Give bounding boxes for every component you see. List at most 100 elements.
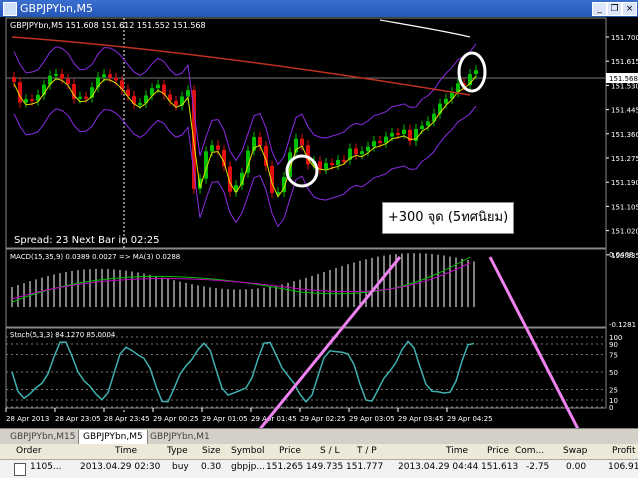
candle-body	[216, 145, 220, 150]
candle-body	[174, 101, 178, 106]
candle-body	[186, 90, 190, 96]
col-order[interactable]: Order	[16, 446, 42, 456]
col-type[interactable]: Type	[167, 446, 188, 456]
cell-symbol: gbpjp...	[231, 462, 265, 472]
col-close-price[interactable]: Price	[487, 446, 509, 456]
price-tick-label: 151.530	[611, 82, 638, 90]
profit-annotation: +300 จุด (5ทศนิยม)	[382, 202, 514, 234]
candle-body	[342, 160, 346, 162]
price-tick-label: 151.020	[611, 228, 638, 236]
title-bar: GBPJPYbn,M5 _ ❐ ×	[0, 0, 638, 17]
cell-sl: 149.735	[306, 462, 343, 472]
grid-header: Order Time Type Size Symbol Price S / L …	[0, 444, 638, 460]
col-price[interactable]: Price	[279, 446, 301, 456]
col-sl[interactable]: S / L	[320, 446, 339, 456]
col-tp[interactable]: T / P	[357, 446, 377, 456]
cell-tp: 151.777	[346, 462, 383, 472]
cell-close-time: 2013.04.29 04:44	[398, 462, 478, 472]
stoch-pane	[6, 328, 606, 408]
tab-gbpjpy-m5[interactable]: GBPJPYbn,M5	[78, 430, 148, 445]
status-text: Spread: 23 Next Bar in 02:25	[14, 235, 160, 246]
stoch-label: Stoch(5,3,3) 84.1270 85.0004	[10, 331, 116, 339]
time-tick-label: 29 Apr 00:25	[153, 415, 199, 423]
candle-body	[372, 141, 376, 147]
price-tick-label: 151.445	[611, 107, 638, 115]
col-size[interactable]: Size	[202, 446, 220, 456]
cell-commission: -2.75	[526, 462, 549, 472]
col-time[interactable]: Time	[115, 446, 137, 456]
candle-body	[300, 139, 304, 146]
price-label: GBPJPYbn,M5 151.608 151.612 151.552 151.…	[10, 21, 206, 30]
candle-body	[78, 97, 82, 99]
cell-type: buy	[172, 462, 189, 472]
macd-label: MACD(15,35,9) 0.0389 0.0027 => MA(3) 0.0…	[10, 253, 180, 261]
candle-body	[66, 79, 70, 84]
candle-body	[366, 147, 370, 152]
current-price: 151.568	[609, 75, 638, 83]
candle-body	[360, 151, 364, 154]
table-row[interactable]: 1105... 2013.04.29 02:30 buy 0.30 gbpjp.…	[0, 460, 638, 478]
candle-body	[210, 145, 214, 151]
stoch-tick-label: 0	[609, 404, 613, 412]
window-title: GBPJPYbn,M5	[20, 2, 93, 15]
chart-area[interactable]: GBPJPYbn,M5 151.608 151.612 151.552 151.…	[0, 17, 638, 428]
candle-body	[426, 121, 430, 125]
col-commission[interactable]: Com...	[515, 446, 544, 456]
time-tick-label: 28 Apr 23:45	[104, 415, 150, 423]
time-tick-label: 29 Apr 03:05	[349, 415, 395, 423]
candle-body	[444, 99, 448, 104]
col-profit[interactable]: Profit	[612, 446, 635, 456]
candle-body	[114, 78, 118, 81]
candle-body	[396, 133, 400, 135]
time-tick-label: 29 Apr 01:45	[251, 415, 297, 423]
cell-size: 0.30	[201, 462, 221, 472]
cell-profit: 106.91	[608, 462, 638, 472]
candle-body	[474, 70, 478, 74]
candle-body	[420, 126, 424, 129]
candle-body	[378, 141, 382, 143]
cell-swap: 0.00	[566, 462, 586, 472]
tab-gbpjpy-m1[interactable]: GBPJPYbn,M1	[146, 430, 214, 444]
cell-time: 2013.04.29 02:30	[80, 462, 160, 472]
time-tick-label: 29 Apr 03:45	[398, 415, 444, 423]
price-tick-label: 151.275	[611, 155, 638, 163]
cell-price: 151.265	[266, 462, 303, 472]
candle-body	[354, 149, 358, 155]
candle-body	[330, 163, 334, 165]
price-tick-label: 151.190	[611, 179, 638, 187]
trade-grid: Order Time Type Size Symbol Price S / L …	[0, 444, 638, 480]
chart-window-icon	[3, 2, 17, 16]
minimize-button[interactable]: _	[592, 2, 607, 16]
candle-body	[402, 130, 406, 134]
candle-body	[390, 133, 394, 137]
candle-body	[54, 74, 58, 76]
price-tick-label: 151.360	[611, 131, 638, 139]
candle-body	[324, 163, 328, 169]
candle-body	[336, 160, 340, 165]
candle-body	[60, 74, 64, 79]
macd-tick-top: 0.0468	[609, 251, 634, 259]
candle-body	[318, 161, 322, 169]
candle-body	[84, 97, 88, 99]
time-tick-label: 28 Apr 2013	[6, 415, 49, 423]
candle-body	[108, 74, 112, 78]
stoch-tick-label: 90	[609, 341, 618, 349]
restore-button[interactable]: ❐	[607, 2, 622, 16]
col-symbol[interactable]: Symbol	[231, 446, 265, 456]
candle-body	[156, 85, 160, 89]
time-tick-label: 29 Apr 01:05	[202, 415, 248, 423]
col-swap[interactable]: Swap	[563, 446, 587, 456]
candle-body	[12, 77, 16, 82]
candle-body	[138, 103, 142, 105]
stoch-tick-label: 50	[609, 369, 618, 377]
tab-gbpjpy-m15[interactable]: GBPJPYbn,M15	[6, 430, 79, 444]
col-close-time[interactable]: Time	[446, 446, 468, 456]
price-tick-label: 151.700	[611, 34, 638, 42]
candle-body	[102, 74, 106, 77]
close-button[interactable]: ×	[622, 2, 637, 16]
stoch-tick-label: 75	[609, 352, 618, 360]
candle-body	[258, 137, 262, 146]
cell-order: 1105...	[30, 462, 62, 472]
stoch-tick-label: 25	[609, 387, 618, 395]
time-tick-label: 29 Apr 04:25	[447, 415, 493, 423]
